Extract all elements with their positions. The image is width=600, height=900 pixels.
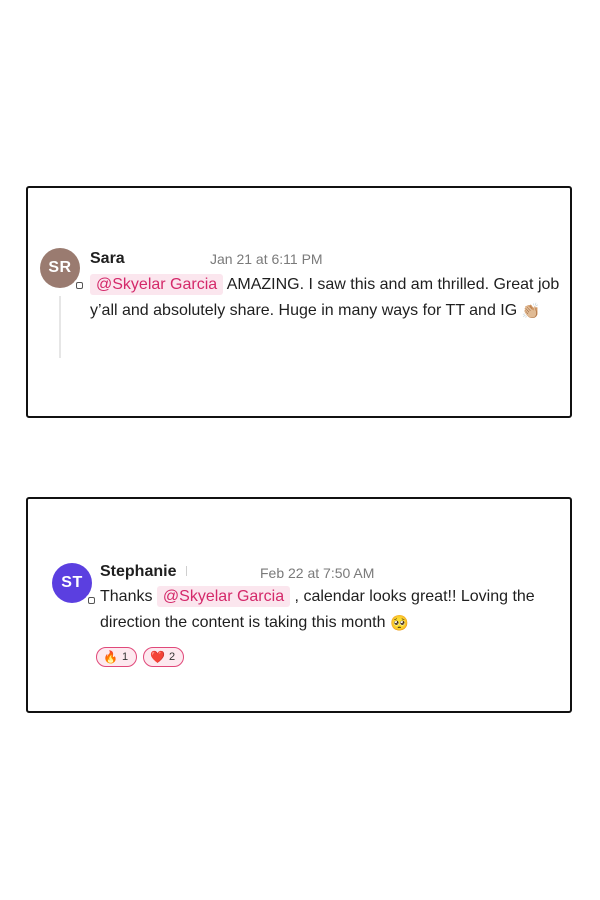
thread-line xyxy=(59,296,61,358)
avatar[interactable]: SR xyxy=(40,248,84,290)
reaction-fire[interactable]: 🔥 1 xyxy=(96,647,138,667)
comment-text: Thanks @Skyelar Garcia , calendar looks … xyxy=(100,584,560,637)
comment-body-prefix: Thanks xyxy=(100,588,153,605)
reactions-bar: 🔥 1 ❤️ 2 xyxy=(96,647,185,667)
clapping-hands-icon: 👏🏼 xyxy=(521,303,541,320)
presence-status-icon xyxy=(86,595,96,605)
comment-timestamp[interactable]: Jan 21 at 6:11 PM xyxy=(210,251,323,267)
reaction-count: 2 xyxy=(169,651,176,663)
presence-status-icon xyxy=(74,280,84,290)
comment-timestamp[interactable]: Feb 22 at 7:50 AM xyxy=(260,565,374,581)
user-mention[interactable]: @Skyelar Garcia xyxy=(90,274,224,295)
reaction-heart[interactable]: ❤️ 2 xyxy=(143,647,185,667)
reaction-count: 1 xyxy=(121,651,129,663)
comment-card: SR Sara Jan 21 at 6:11 PM @Skyelar Garci… xyxy=(26,186,572,418)
comment-card: ST Stephanie Feb 22 at 7:50 AM Thanks @S… xyxy=(26,497,572,713)
author-name[interactable]: Stephanie xyxy=(100,563,176,581)
pleading-face-icon: 🥺 xyxy=(389,615,409,632)
user-mention[interactable]: @Skyelar Garcia xyxy=(156,586,291,607)
divider xyxy=(186,566,187,576)
avatar-initials: SR xyxy=(48,259,72,276)
comment-text: @Skyelar Garcia AMAZING. I saw this and … xyxy=(90,272,570,325)
fire-icon: 🔥 xyxy=(103,650,118,664)
author-name[interactable]: Sara xyxy=(90,250,125,268)
avatar-initials: ST xyxy=(61,574,83,591)
avatar[interactable]: ST xyxy=(52,563,96,605)
heart-icon: ❤️ xyxy=(150,650,166,664)
